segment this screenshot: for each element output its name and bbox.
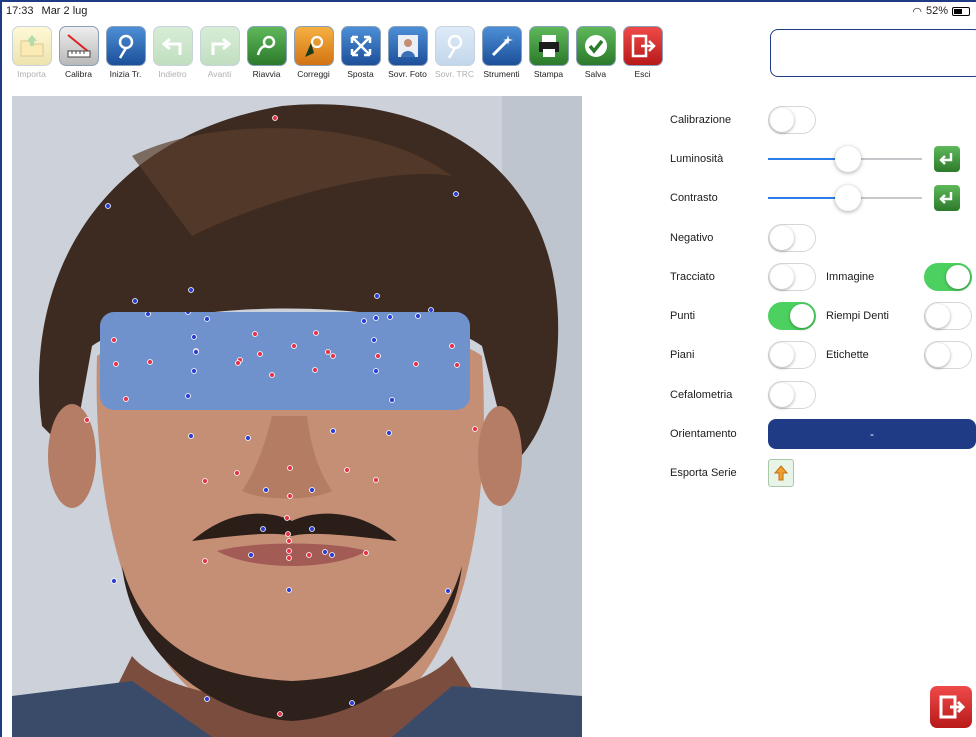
printer-icon xyxy=(528,26,569,66)
esporta-serie-label: Esporta Serie xyxy=(670,467,737,479)
punti-label: Punti xyxy=(670,310,696,322)
toolbar-label: Importa xyxy=(17,69,46,79)
luminosita-reset-button[interactable] xyxy=(934,146,960,172)
toolbar-button-undo-arrow[interactable]: Indietro xyxy=(149,26,196,92)
tools-wand-icon xyxy=(481,26,522,66)
toolbar-label: Salva xyxy=(584,69,607,79)
toolbar-label: Riavvia xyxy=(252,69,281,79)
row-calibrazione: Calibrazione xyxy=(670,105,816,135)
toolbar-button-correct-cursor[interactable]: Correggi xyxy=(290,26,337,92)
export-upload-icon xyxy=(773,465,789,481)
contrasto-label: Contrasto xyxy=(670,192,718,204)
toolbar-button-exit-door[interactable]: Esci xyxy=(619,26,666,92)
negativo-switch[interactable] xyxy=(768,224,816,252)
toolbar-label: Indietro xyxy=(158,69,187,79)
toolbar-button-restart[interactable]: Riavvia xyxy=(243,26,290,92)
restart-icon xyxy=(246,26,287,66)
start-tracing-icon xyxy=(105,26,146,66)
toolbar-button-printer[interactable]: Stampa xyxy=(525,26,572,92)
exit-corner-button[interactable] xyxy=(930,686,972,728)
toolbar-label: Strumenti xyxy=(483,69,520,79)
row-tracciato: Tracciato Immagine xyxy=(670,262,972,292)
tracciato-switch[interactable] xyxy=(768,263,816,291)
cefalometria-label: Cefalometria xyxy=(670,389,733,401)
contrasto-slider[interactable] xyxy=(768,184,922,212)
face-photo-drawing xyxy=(12,96,582,737)
luminosita-label: Luminosità xyxy=(670,153,724,165)
calibrazione-label: Calibrazione xyxy=(670,114,732,126)
toolbar-button-overlay-trc[interactable]: Sovr. TRC xyxy=(431,26,478,92)
punti-switch[interactable] xyxy=(768,302,816,330)
export-series-button[interactable] xyxy=(768,459,794,487)
redo-arrow-icon xyxy=(199,26,240,66)
move-arrows-icon xyxy=(340,26,381,66)
immagine-label: Immagine xyxy=(826,271,875,283)
calibrate-ruler-icon xyxy=(58,26,99,66)
exit-door-icon xyxy=(622,26,663,66)
etichette-switch[interactable] xyxy=(924,341,972,369)
toolbar-label: Sposta xyxy=(347,69,374,79)
toolbar-button-move-arrows[interactable]: Sposta xyxy=(337,26,384,92)
toolbar-label: Sovr. TRC xyxy=(434,69,475,79)
toolbar-label: Calibra xyxy=(65,69,92,79)
piani-label: Piani xyxy=(670,349,695,361)
toolbar-label: Esci xyxy=(634,69,651,79)
save-check-icon xyxy=(575,26,616,66)
etichette-label: Etichette xyxy=(826,349,869,361)
tracciato-label: Tracciato xyxy=(670,271,715,283)
row-orientamento: Orientamento - xyxy=(670,419,976,449)
toolbar-button-redo-arrow[interactable]: Avanti xyxy=(196,26,243,92)
toolbar-button-overlay-photo[interactable]: Sovr. Foto xyxy=(384,26,431,92)
row-contrasto: Contrasto xyxy=(670,183,960,213)
patient-name-field[interactable] xyxy=(770,29,976,77)
overlay-photo-icon xyxy=(387,26,428,66)
wifi-icon: ◠ xyxy=(912,5,922,18)
toolbar-button-start-tracing[interactable]: Inizia Tr. xyxy=(102,26,149,92)
battery-icon xyxy=(952,6,970,16)
immagine-switch[interactable] xyxy=(924,263,972,291)
row-negativo: Negativo xyxy=(670,223,816,253)
patient-photo[interactable] xyxy=(12,96,582,737)
riempi-denti-label: Riempi Denti xyxy=(826,310,889,322)
toolbar-label: Stampa xyxy=(533,69,564,79)
overlay-trc-icon xyxy=(434,26,475,66)
toolbar-label: Inizia Tr. xyxy=(109,69,142,79)
reset-arrow-icon xyxy=(939,153,953,165)
toolbar-button-import-folder[interactable]: Importa xyxy=(8,26,55,92)
undo-arrow-icon xyxy=(152,26,193,66)
contrasto-reset-button[interactable] xyxy=(934,185,960,211)
row-punti: Punti Riempi Denti xyxy=(670,301,972,331)
row-luminosita: Luminosità xyxy=(670,144,960,174)
battery-percent: 52% xyxy=(925,5,948,17)
toolbar-button-tools-wand[interactable]: Strumenti xyxy=(478,26,525,92)
piani-switch[interactable] xyxy=(768,341,816,369)
privacy-eye-mask xyxy=(100,312,470,410)
toolbar-label: Avanti xyxy=(207,69,232,79)
orientamento-label: Orientamento xyxy=(670,428,737,440)
status-bar: 17:33 Mar 2 lug ◠ 52% xyxy=(6,2,970,20)
correct-cursor-icon xyxy=(293,26,334,66)
import-folder-icon xyxy=(11,26,52,66)
row-cefalometria: Cefalometria xyxy=(670,380,816,410)
orientamento-button[interactable]: - xyxy=(768,419,976,449)
status-time: 17:33 xyxy=(6,5,34,17)
toolbar-label: Correggi xyxy=(297,69,330,79)
toolbar: Importa Calibra Inizia Tr. Indietro Avanti Ri… xyxy=(8,26,666,92)
status-date: Mar 2 lug xyxy=(41,5,88,17)
row-piani: Piani Etichette xyxy=(670,340,972,370)
toolbar-button-calibrate-ruler[interactable]: Calibra xyxy=(55,26,102,92)
exit-door-icon xyxy=(939,695,966,719)
riempi-denti-switch[interactable] xyxy=(924,302,972,330)
calibrazione-switch[interactable] xyxy=(768,106,816,134)
reset-arrow-icon xyxy=(939,192,953,204)
negativo-label: Negativo xyxy=(670,232,714,244)
toolbar-label: Sovr. Foto xyxy=(388,69,427,79)
toolbar-button-save-check[interactable]: Salva xyxy=(572,26,619,92)
row-esporta-serie: Esporta Serie xyxy=(670,458,794,488)
cefalometria-switch[interactable] xyxy=(768,381,816,409)
luminosita-slider[interactable] xyxy=(768,145,922,173)
